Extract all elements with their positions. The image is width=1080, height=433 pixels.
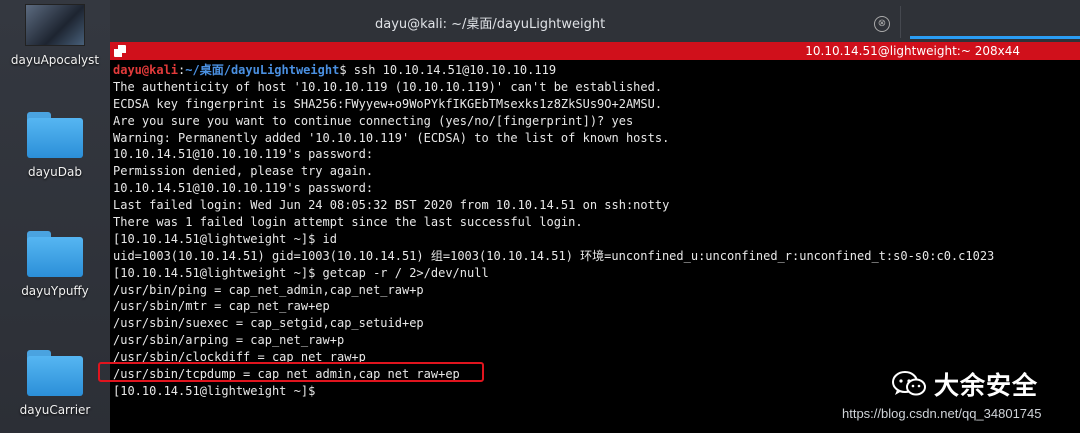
desktop-item-dab[interactable]: dayuDab xyxy=(0,112,110,179)
window-titlebar[interactable]: dayu@kali: ~/桌面/dayuLightweight ⊗ xyxy=(110,0,1080,43)
terminal-line: [10.10.14.51@lightweight ~]$ getcap -r /… xyxy=(113,265,489,280)
tmux-status-bar: 10.10.14.51@lightweight:~ 208x44 xyxy=(110,42,1080,60)
terminal-line: uid=1003(10.10.14.51) gid=1003(10.10.14.… xyxy=(113,248,995,263)
prompt-user: dayu@kali xyxy=(113,63,179,77)
terminal-line: Permission denied, please try again. xyxy=(113,164,374,179)
terminal-line: Last failed login: Wed Jun 24 08:05:32 B… xyxy=(113,198,670,213)
window-title: dayu@kali: ~/桌面/dayuLightweight xyxy=(375,17,606,32)
active-tab-indicator[interactable] xyxy=(910,36,1080,39)
image-thumbnail-icon xyxy=(25,4,85,46)
desktop-item-apocalyst[interactable]: dayuApocalyst xyxy=(0,4,110,67)
watermark: 大余安全 xyxy=(892,366,1038,402)
prompt-path: ~/桌面/dayuLightweight xyxy=(185,63,340,77)
folder-icon xyxy=(27,350,83,396)
prompt-line: dayu@kali:~/桌面/dayuLightweight$ ssh 10.1… xyxy=(113,62,1073,79)
wechat-icon xyxy=(892,371,926,397)
desktop-item-carrier[interactable]: dayuCarrier xyxy=(0,350,110,417)
terminal-line: /usr/sbin/suexec = cap_setgid,cap_setuid… xyxy=(113,316,424,331)
terminal-line: ECDSA key fingerprint is SHA256:FWyyew+o… xyxy=(113,96,663,111)
status-text: 10.10.14.51@lightweight:~ 208x44 xyxy=(805,44,1020,58)
desktop-sidebar: dayuApocalyst dayuDab dayuYpuffy dayuCar… xyxy=(0,0,110,433)
folder-icon xyxy=(27,231,83,277)
desktop-item-label: dayuCarrier xyxy=(19,403,91,417)
terminal-line: Warning: Permanently added '10.10.10.119… xyxy=(113,130,670,145)
terminal-line: Are you sure you want to continue connec… xyxy=(113,113,634,128)
watermark-url: https://blog.csdn.net/qq_34801745 xyxy=(842,406,1042,421)
terminal-line: /usr/bin/ping = cap_net_admin,cap_net_ra… xyxy=(113,282,424,297)
close-tab-icon[interactable]: ⊗ xyxy=(874,16,890,32)
folder-icon xyxy=(27,112,83,158)
terminal-line: /usr/sbin/mtr = cap_net_raw+ep xyxy=(113,299,330,314)
tmux-pane-icon xyxy=(114,45,126,57)
terminal-line: 10.10.14.51@10.10.10.119's password: xyxy=(113,181,374,196)
desktop-item-ypuffy[interactable]: dayuYpuffy xyxy=(0,231,110,298)
terminal-line: There was 1 failed login attempt since t… xyxy=(113,215,583,230)
desktop-item-label: dayuDab xyxy=(28,165,82,179)
terminal-line: The authenticity of host '10.10.10.119 (… xyxy=(113,79,663,94)
terminal-line: [10.10.14.51@lightweight ~]$ id xyxy=(113,231,337,246)
desktop-item-label: dayuYpuffy xyxy=(21,284,89,298)
watermark-brand: 大余安全 xyxy=(934,371,1039,400)
terminal-output[interactable]: dayu@kali:~/桌面/dayuLightweight$ ssh 10.1… xyxy=(113,62,1073,402)
terminal-line: 10.10.14.51@10.10.10.119's password: xyxy=(113,147,374,162)
tcpdump-highlight-box xyxy=(98,362,484,382)
desktop-item-label: dayuApocalyst xyxy=(10,53,100,67)
terminal-line: /usr/sbin/arping = cap_net_raw+p xyxy=(113,333,345,348)
prompt-command: $ ssh 10.10.14.51@10.10.10.119 xyxy=(339,63,557,77)
tab-divider xyxy=(900,6,901,38)
